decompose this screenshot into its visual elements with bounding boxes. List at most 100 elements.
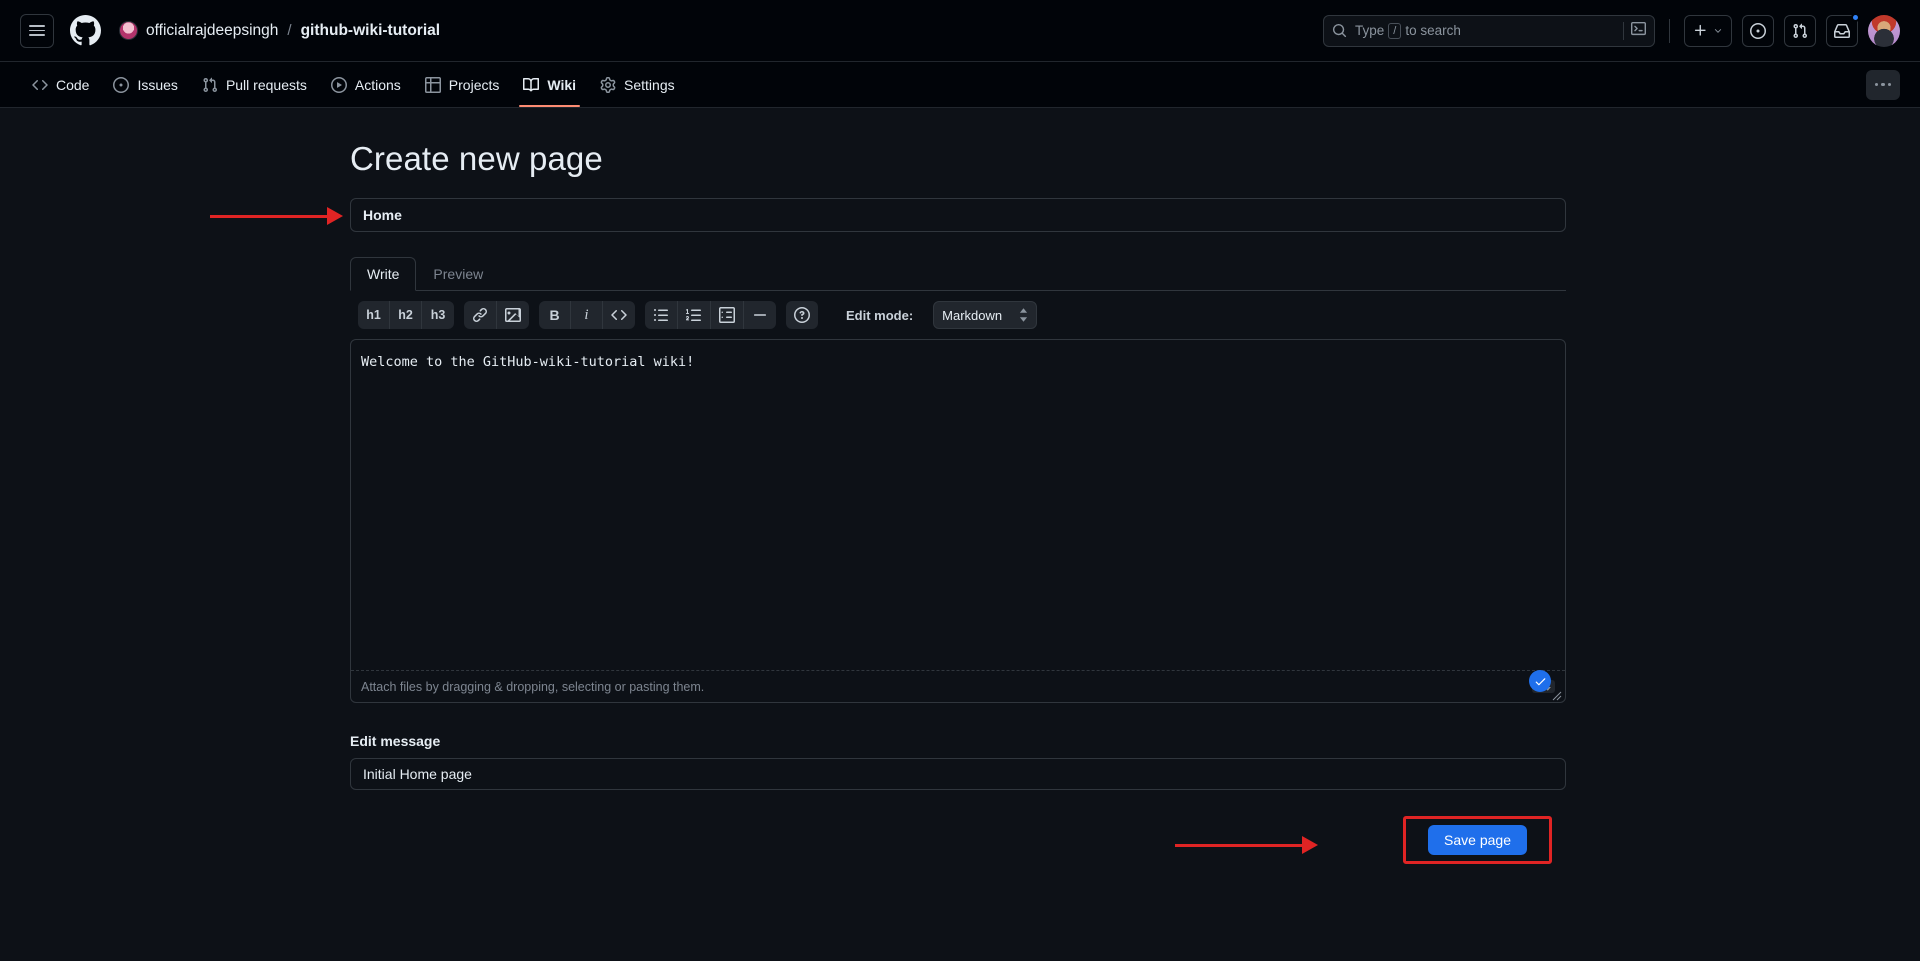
repo-tab-label: Actions <box>354 76 401 93</box>
owner-avatar <box>119 21 138 40</box>
repo-tab-label: Issues <box>137 76 178 93</box>
hamburger-line <box>29 34 45 36</box>
markdown-editor: Write Preview h1 h2 h3 B i Edit mode: Ma… <box>350 257 1566 703</box>
header-divider <box>1669 18 1670 43</box>
resize-handle-icon[interactable] <box>1550 688 1562 701</box>
code-button[interactable] <box>603 301 635 329</box>
pull-requests-button[interactable] <box>1784 14 1816 47</box>
markdown-help-button[interactable] <box>786 301 818 329</box>
repo-tab-code[interactable]: Code <box>20 62 101 107</box>
text-format-group: B i <box>539 301 635 329</box>
repo-tab-label: Settings <box>624 76 675 93</box>
breadcrumb-owner[interactable]: officialrajdeepsingh <box>146 22 278 40</box>
code-icon <box>611 309 627 321</box>
arrow-shaft <box>1175 843 1303 847</box>
chevron-updown-icon <box>1019 308 1028 322</box>
search-hint-before: Type <box>1355 23 1385 38</box>
chevron-down-icon <box>1714 28 1722 33</box>
edit-mode-select[interactable]: Markdown <box>933 301 1038 329</box>
repo-tab-pull-requests[interactable]: Pull requests <box>190 62 319 107</box>
git-pull-request-icon <box>203 77 217 92</box>
heading-2-button[interactable]: h2 <box>390 301 422 329</box>
italic-button[interactable]: i <box>571 301 603 329</box>
editor-footer: Attach files by dragging & dropping, sel… <box>351 670 1565 702</box>
code-icon <box>32 79 48 90</box>
content-wrapper: Create new page Write Preview h1 h2 h3 <box>210 140 1570 864</box>
annotation-arrow-to-save <box>1175 836 1318 854</box>
repository-nav-items: Code Issues Pull requests Actions Projec… <box>20 62 687 107</box>
ordered-list-icon <box>686 309 701 321</box>
terminal-icon[interactable] <box>1631 21 1646 41</box>
user-avatar-button[interactable] <box>1868 14 1900 47</box>
notifications-inbox-button[interactable] <box>1826 12 1860 47</box>
header-right-section: Type / to search <box>1323 12 1900 47</box>
search-hint-after: to search <box>1405 23 1461 38</box>
search-divider <box>1623 21 1624 40</box>
heading-1-button[interactable]: h1 <box>358 301 390 329</box>
issue-opened-icon <box>113 76 130 93</box>
save-row: Save page <box>350 816 1570 864</box>
list-button-group <box>645 301 776 329</box>
repo-nav-overflow-button[interactable] <box>1866 69 1900 100</box>
insert-button-group <box>464 301 529 329</box>
notification-dot <box>1851 12 1860 22</box>
save-page-button[interactable]: Save page <box>1428 825 1527 855</box>
play-icon <box>330 76 347 93</box>
repository-navigation: Code Issues Pull requests Actions Projec… <box>0 62 1920 108</box>
repo-tab-projects[interactable]: Projects <box>413 62 512 107</box>
hamburger-line <box>29 29 45 32</box>
gear-icon <box>600 76 616 93</box>
issue-opened-icon <box>1750 22 1766 39</box>
arrow-head <box>1302 836 1318 854</box>
edit-mode-label: Edit mode: <box>846 307 914 323</box>
horizontal-rule-icon <box>754 314 766 316</box>
search-input[interactable]: Type / to search <box>1323 14 1655 47</box>
ordered-list-button[interactable] <box>678 301 711 329</box>
overflow-dot <box>1881 82 1885 87</box>
breadcrumb: officialrajdeepsingh / github-wiki-tutor… <box>119 21 440 40</box>
overflow-dot <box>1887 82 1892 87</box>
edit-message-input[interactable] <box>350 758 1566 790</box>
repo-tab-actions[interactable]: Actions <box>319 62 413 107</box>
page-title: Create new page <box>350 140 603 177</box>
overflow-dot <box>1874 82 1879 87</box>
bold-button[interactable]: B <box>539 301 571 329</box>
main-content: Create new page Write Preview h1 h2 h3 <box>0 108 1920 864</box>
repo-tab-label: Projects <box>448 76 500 93</box>
create-new-button[interactable] <box>1684 14 1732 47</box>
repo-tab-label: Pull requests <box>225 76 307 93</box>
task-list-icon <box>719 307 735 323</box>
task-list-button[interactable] <box>711 301 744 329</box>
heading-3-button[interactable]: h3 <box>422 301 454 329</box>
link-icon <box>473 307 488 322</box>
check-circle-icon[interactable] <box>1529 670 1551 692</box>
github-logo-icon[interactable] <box>70 15 101 46</box>
issues-button[interactable] <box>1742 14 1774 47</box>
book-icon <box>523 77 540 91</box>
inbox-icon <box>1834 23 1850 38</box>
link-button[interactable] <box>464 301 497 329</box>
wiki-page-title-input[interactable] <box>350 198 1566 232</box>
global-header: officialrajdeepsingh / github-wiki-tutor… <box>0 0 1920 62</box>
breadcrumb-repo[interactable]: github-wiki-tutorial <box>301 22 440 40</box>
table-icon <box>424 76 441 93</box>
repo-tab-label: Wiki <box>547 76 577 93</box>
tab-write[interactable]: Write <box>350 257 417 291</box>
repo-tab-settings[interactable]: Settings <box>588 62 687 107</box>
unordered-list-button[interactable] <box>645 301 678 329</box>
horizontal-rule-button[interactable] <box>744 301 776 329</box>
image-button[interactable] <box>497 301 529 329</box>
editor-textarea-container: Welcome to the GitHub-wiki-tutorial wiki… <box>350 339 1566 703</box>
git-pull-request-icon <box>1793 23 1808 38</box>
repo-tab-issues[interactable]: Issues <box>101 62 189 107</box>
markdown-toolbar: h1 h2 h3 B i Edit mode: Markdown <box>350 291 1566 339</box>
search-icon <box>1332 23 1347 38</box>
editor-tabs: Write Preview <box>350 257 1566 291</box>
tab-preview[interactable]: Preview <box>416 257 500 291</box>
question-circle-icon <box>794 307 810 323</box>
hamburger-line <box>29 25 45 27</box>
hamburger-menu-button[interactable] <box>20 13 54 48</box>
search-placeholder-text: Type / to search <box>1355 22 1616 39</box>
wiki-content-textarea[interactable]: Welcome to the GitHub-wiki-tutorial wiki… <box>351 340 1565 670</box>
repo-tab-wiki[interactable]: Wiki <box>511 62 588 107</box>
